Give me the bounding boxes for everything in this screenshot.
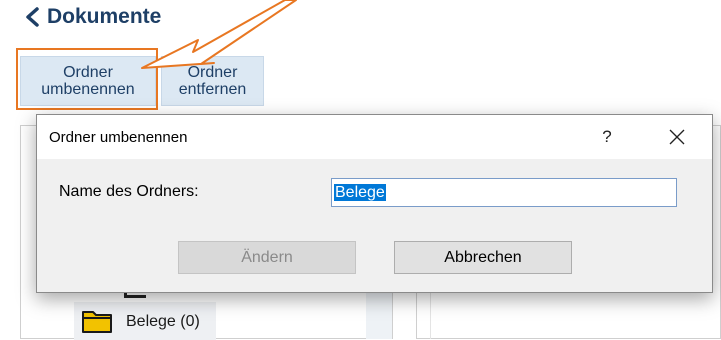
remove-folder-button[interactable]: Ordner entfernen — [161, 56, 264, 106]
rename-folder-button[interactable]: Ordner umbenennen — [20, 56, 156, 106]
dialog-titlebar: Ordner umbenennen ? — [37, 115, 712, 159]
remove-folder-label-line1: Ordner — [187, 64, 238, 81]
rename-folder-dialog: Ordner umbenennen ? Name des Ordners: Be… — [36, 114, 713, 293]
change-button[interactable]: Ändern — [178, 241, 356, 274]
dialog-title: Ordner umbenennen — [49, 129, 188, 146]
help-button[interactable]: ? — [595, 125, 619, 149]
folder-name-input[interactable]: Belege — [331, 178, 677, 207]
folder-icon — [82, 311, 112, 333]
tree-item-label: Belege (0) — [126, 313, 200, 330]
folder-name-value: Belege — [334, 184, 386, 201]
remove-folder-label-line2: entfernen — [178, 81, 247, 98]
folder-name-label: Name des Ordners: — [59, 183, 199, 200]
chevron-left-icon[interactable] — [22, 6, 44, 28]
rename-folder-label-line1: Ordner — [63, 64, 113, 81]
page-header: Dokumente — [22, 3, 161, 31]
page-title: Dokumente — [47, 5, 162, 28]
cancel-button[interactable]: Abbrechen — [394, 241, 572, 274]
close-icon[interactable] — [662, 122, 692, 152]
rename-folder-label-line2: umbenennen — [41, 81, 135, 98]
